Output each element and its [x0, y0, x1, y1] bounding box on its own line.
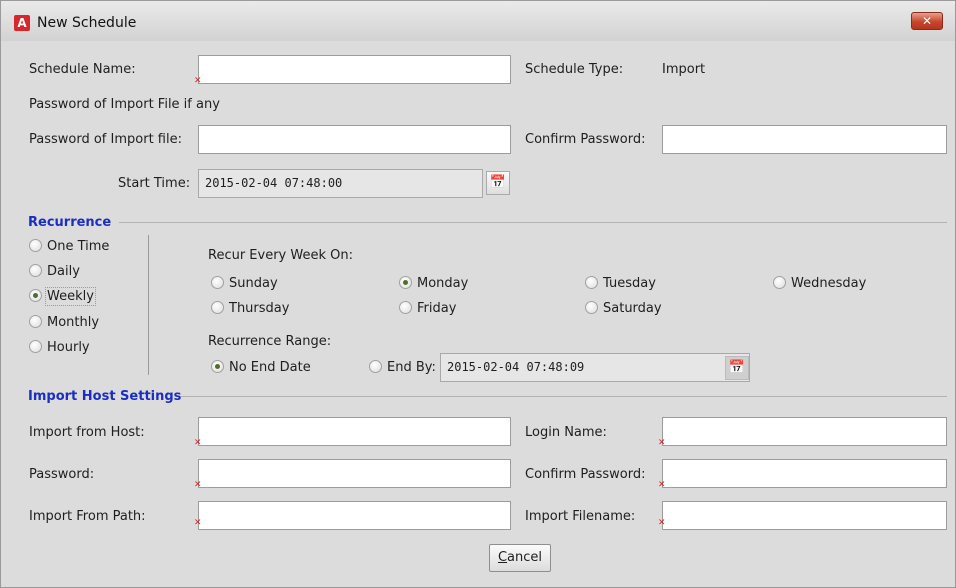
- radio-icon: [29, 239, 42, 252]
- recurrence-one-time-radio[interactable]: One Time: [29, 239, 109, 254]
- recur-every-label: Recur Every Week On:: [208, 248, 353, 263]
- recurrence-option-label: Hourly: [47, 340, 90, 355]
- day-thursday-radio[interactable]: Thursday: [211, 301, 289, 316]
- schedule-name-label: Schedule Name:: [29, 62, 136, 77]
- recurrence-option-label: Daily: [47, 264, 80, 279]
- cancel-button[interactable]: Cancel: [489, 544, 551, 572]
- import-password-label: Password of Import file:: [29, 132, 182, 147]
- required-icon: ✕: [658, 480, 666, 490]
- recurrence-option-label: Monthly: [47, 315, 100, 330]
- day-monday-radio[interactable]: Monday: [399, 276, 468, 291]
- host-confirm-password-input[interactable]: [662, 459, 947, 488]
- required-icon: ✕: [194, 438, 202, 448]
- import-path-label: Import From Path:: [29, 509, 146, 524]
- import-filename-label: Import Filename:: [525, 509, 636, 524]
- radio-icon: [29, 264, 42, 277]
- recurrence-separator: [148, 235, 149, 375]
- recurrence-range-label: Recurrence Range:: [208, 334, 332, 349]
- no-end-date-label: No End Date: [229, 360, 311, 375]
- required-icon: ✕: [194, 518, 202, 528]
- no-end-date-radio[interactable]: No End Date: [211, 360, 311, 375]
- import-password-input[interactable]: [198, 125, 511, 154]
- required-icon: ✕: [194, 480, 202, 490]
- title-bar[interactable]: A New Schedule ✕: [1, 1, 955, 41]
- required-icon: ✕: [658, 438, 666, 448]
- start-time-label: Start Time:: [118, 176, 191, 191]
- radio-icon: [29, 289, 42, 302]
- radio-icon: [369, 360, 382, 373]
- radio-icon: [211, 301, 224, 314]
- recurrence-option-label: One Time: [47, 239, 110, 254]
- day-label: Tuesday: [603, 276, 656, 291]
- confirm-import-password-label: Confirm Password:: [525, 132, 646, 147]
- window-title: New Schedule: [37, 15, 137, 31]
- recurrence-divider: [119, 222, 947, 223]
- end-by-radio[interactable]: End By:: [369, 360, 436, 375]
- day-friday-radio[interactable]: Friday: [399, 301, 456, 316]
- radio-icon: [585, 301, 598, 314]
- required-icon: ✕: [658, 518, 666, 528]
- new-schedule-dialog: A New Schedule ✕ Schedule Name: ✕ Schedu…: [0, 0, 956, 588]
- day-label: Sunday: [229, 276, 278, 291]
- schedule-type-value: Import: [662, 62, 706, 77]
- import-host-label: Import from Host:: [29, 425, 145, 440]
- schedule-type-label: Schedule Type:: [525, 62, 624, 77]
- day-label: Monday: [417, 276, 469, 291]
- cancel-mnemonic: C: [497, 550, 508, 565]
- radio-icon: [399, 301, 412, 314]
- import-path-input[interactable]: [198, 501, 511, 530]
- password-note: Password of Import File if any: [29, 97, 220, 112]
- import-host-divider: [181, 396, 947, 397]
- host-confirm-password-label: Confirm Password:: [525, 467, 646, 482]
- import-host-input[interactable]: [198, 417, 511, 446]
- confirm-import-password-input[interactable]: [662, 125, 947, 154]
- app-logo-icon: A: [14, 15, 30, 31]
- login-name-label: Login Name:: [525, 425, 607, 440]
- day-tuesday-radio[interactable]: Tuesday: [585, 276, 656, 291]
- calendar-icon[interactable]: 📅: [486, 171, 510, 195]
- recurrence-daily-radio[interactable]: Daily: [29, 264, 80, 279]
- radio-icon: [211, 360, 224, 373]
- end-by-calendar-icon[interactable]: 📅: [725, 356, 749, 380]
- day-label: Friday: [417, 301, 457, 316]
- host-password-input[interactable]: [198, 459, 511, 488]
- recurrence-monthly-radio[interactable]: Monthly: [29, 315, 99, 330]
- login-name-input[interactable]: [662, 417, 947, 446]
- start-time-input[interactable]: 2015-02-04 07:48:00: [198, 169, 483, 198]
- day-label: Thursday: [229, 301, 290, 316]
- day-wednesday-radio[interactable]: Wednesday: [773, 276, 866, 291]
- day-saturday-radio[interactable]: Saturday: [585, 301, 662, 316]
- schedule-name-input[interactable]: [198, 55, 511, 84]
- radio-icon: [211, 276, 224, 289]
- import-filename-input[interactable]: [662, 501, 947, 530]
- import-host-section-title: Import Host Settings: [28, 389, 182, 404]
- radio-icon: [399, 276, 412, 289]
- recurrence-weekly-radio[interactable]: Weekly: [29, 287, 96, 306]
- radio-icon: [773, 276, 786, 289]
- recurrence-section-title: Recurrence: [28, 215, 112, 230]
- day-sunday-radio[interactable]: Sunday: [211, 276, 278, 291]
- recurrence-hourly-radio[interactable]: Hourly: [29, 340, 90, 355]
- cancel-label: ancel: [507, 550, 543, 565]
- close-button[interactable]: ✕: [911, 12, 943, 30]
- day-label: Wednesday: [791, 276, 867, 291]
- radio-icon: [29, 340, 42, 353]
- radio-icon: [29, 315, 42, 328]
- radio-icon: [585, 276, 598, 289]
- end-by-label: End By:: [387, 360, 436, 375]
- required-icon: ✕: [194, 76, 202, 86]
- recurrence-option-label: Weekly: [45, 287, 96, 306]
- end-by-date-input[interactable]: 2015-02-04 07:48:09: [440, 353, 750, 382]
- host-password-label: Password:: [29, 467, 95, 482]
- day-label: Saturday: [603, 301, 662, 316]
